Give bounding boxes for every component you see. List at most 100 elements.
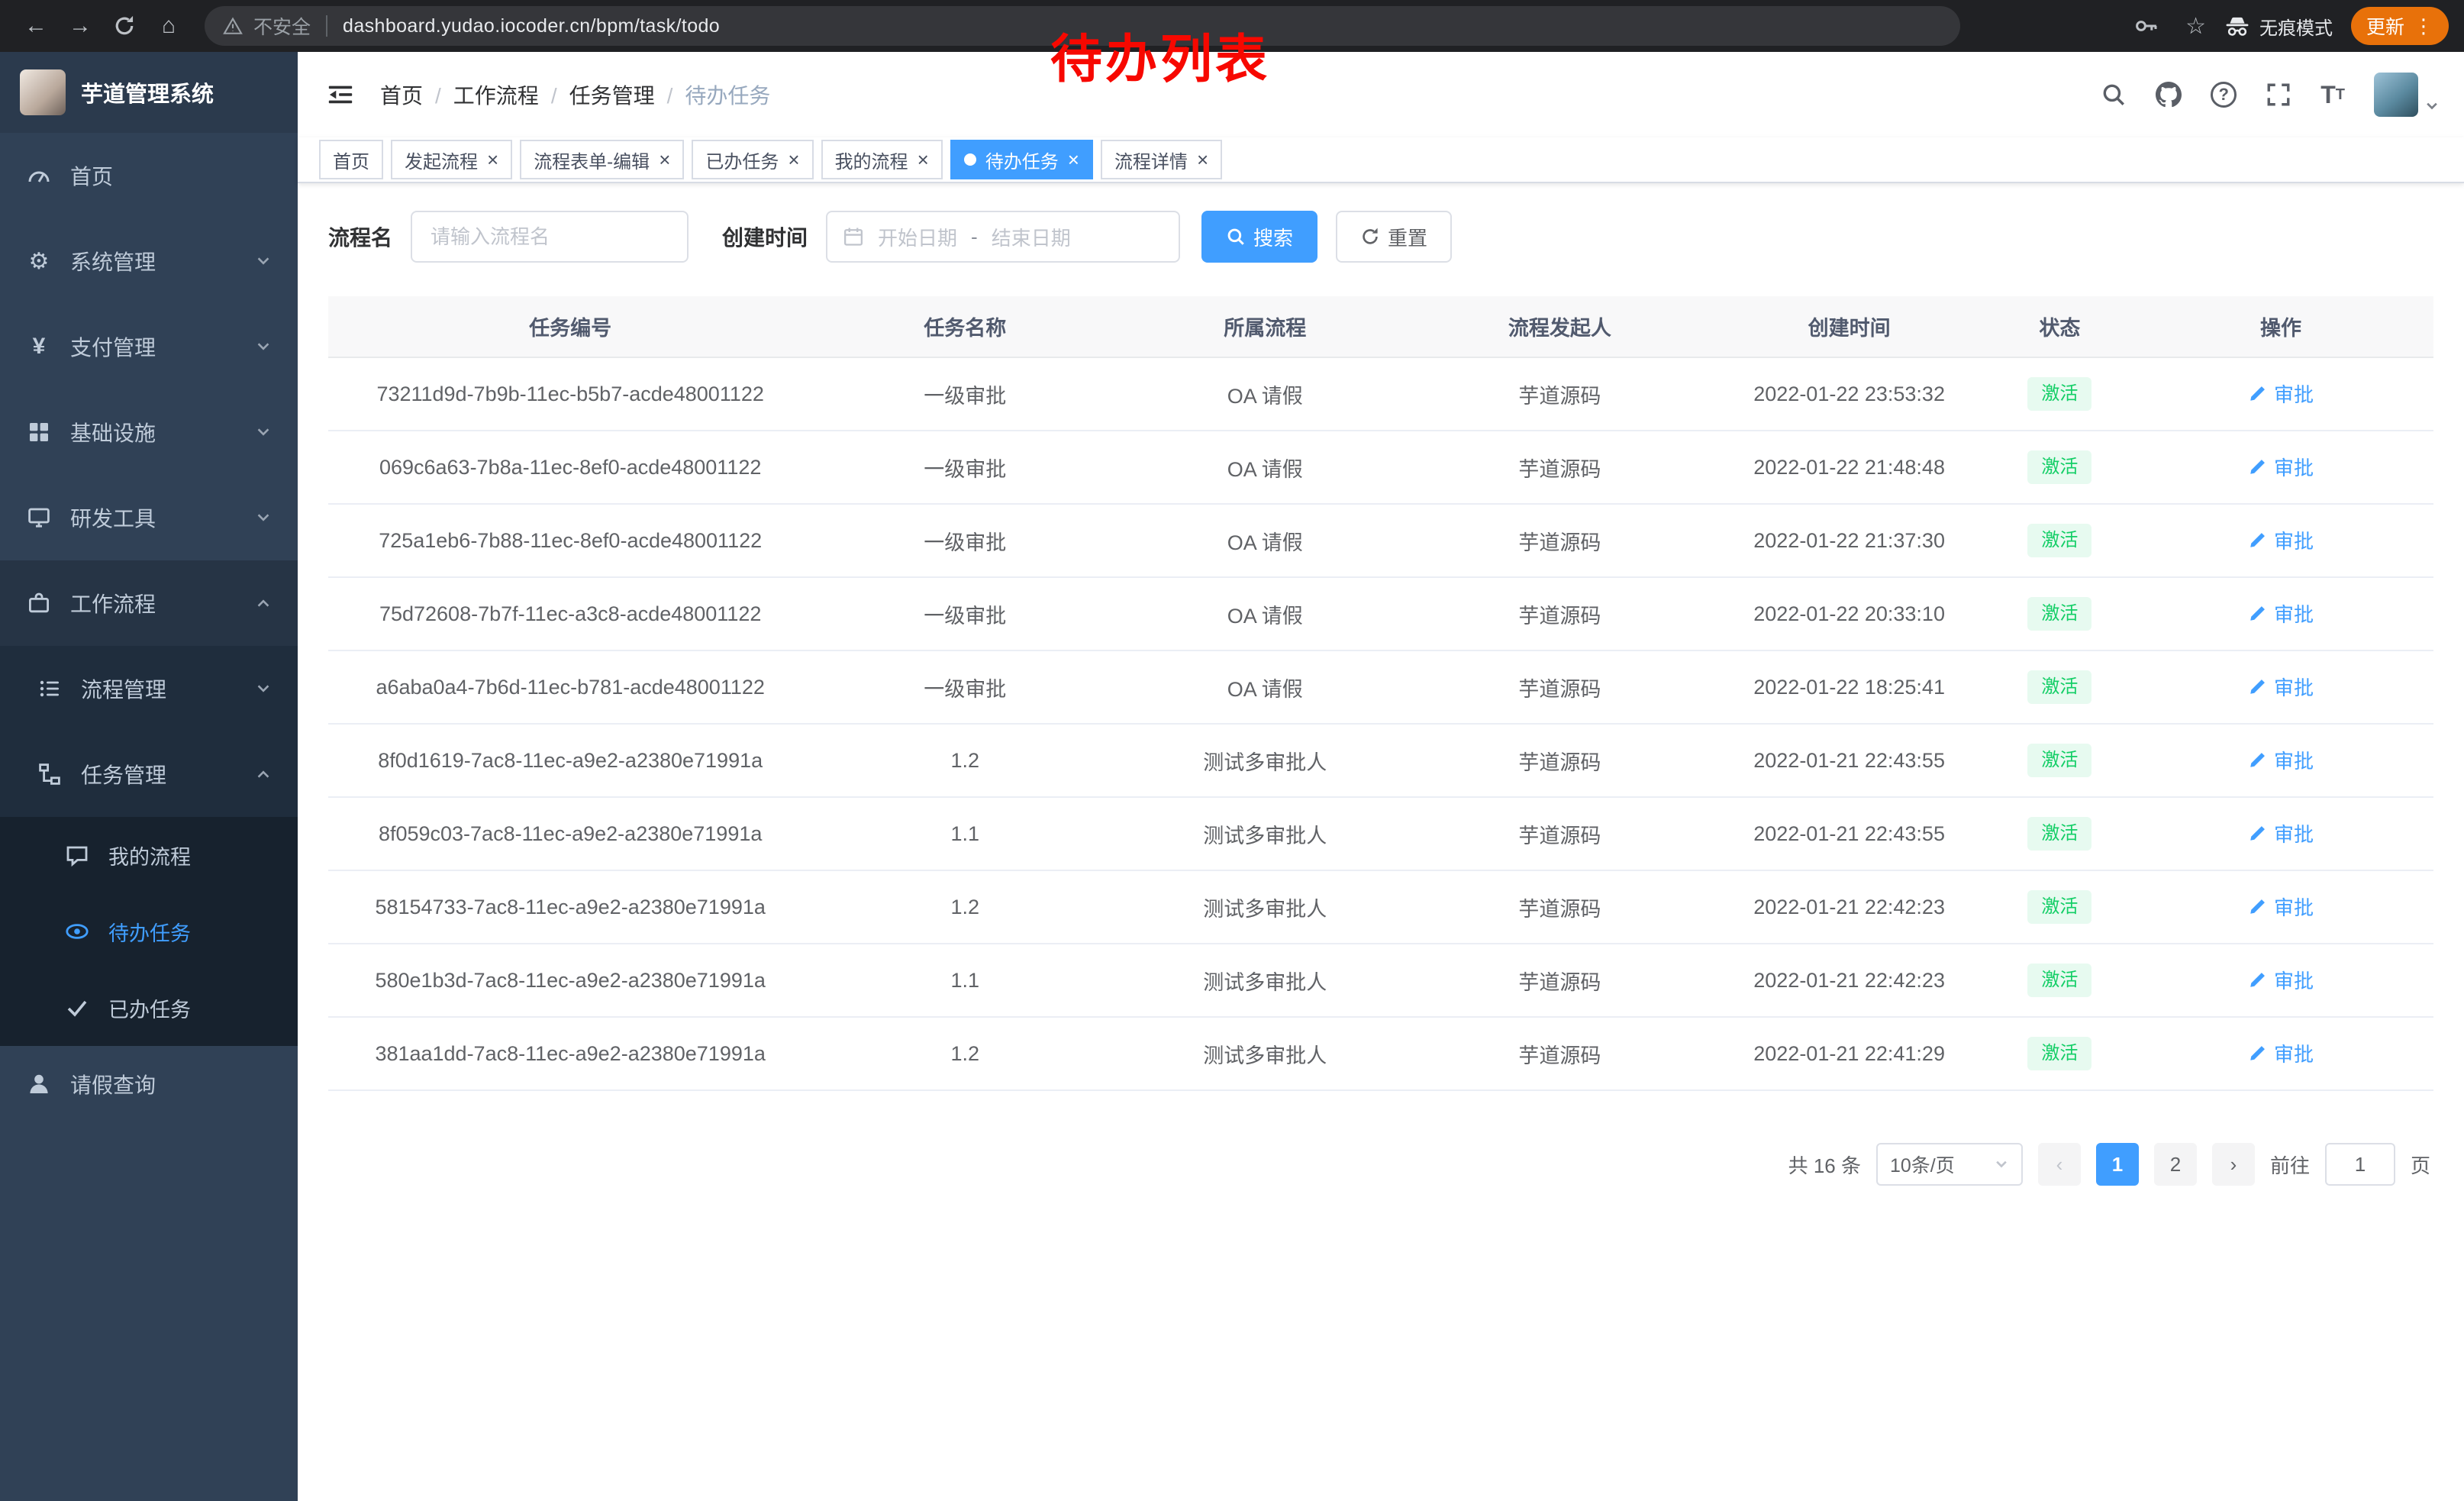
font-size-icon[interactable]: TT [2320, 81, 2345, 109]
sidebar-collapse-icon[interactable] [322, 76, 359, 113]
forward-icon[interactable]: → [60, 5, 101, 47]
sidebar-item-system[interactable]: ⚙ 系统管理 [0, 218, 298, 304]
approve-link[interactable]: 审批 [2248, 819, 2314, 847]
approve-link[interactable]: 审批 [2248, 966, 2314, 994]
sidebar-item-workflow[interactable]: 工作流程 [0, 560, 298, 646]
search-icon[interactable] [2101, 82, 2127, 108]
cell-task-name: 1.2 [812, 1017, 1118, 1090]
sidebar-item-payment[interactable]: ¥ 支付管理 [0, 304, 298, 389]
approve-link[interactable]: 审批 [2248, 1039, 2314, 1067]
active-tab-dot [964, 153, 976, 166]
approve-link[interactable]: 审批 [2248, 599, 2314, 628]
list-icon [37, 676, 63, 702]
security-label: 不安全 [253, 12, 311, 40]
cell-initiator: 芋道源码 [1412, 724, 1707, 797]
approve-link[interactable]: 审批 [2248, 746, 2314, 774]
chevron-up-icon [255, 595, 272, 612]
cell-task-name: 一级审批 [812, 357, 1118, 431]
key-icon[interactable] [2126, 5, 2167, 47]
close-icon[interactable]: × [1197, 150, 1208, 169]
cell-process: 测试多审批人 [1118, 944, 1412, 1017]
close-icon[interactable]: × [788, 150, 799, 169]
reset-button[interactable]: 重置 [1336, 211, 1452, 263]
tab-form-edit[interactable]: 流程表单-编辑× [520, 140, 684, 179]
reload-icon[interactable] [104, 5, 145, 47]
bookmark-star-icon[interactable]: ☆ [2185, 13, 2206, 40]
back-icon[interactable]: ← [15, 5, 56, 47]
approve-link[interactable]: 审批 [2248, 893, 2314, 921]
avatar[interactable] [2374, 73, 2418, 117]
breadcrumb-home[interactable]: 首页 [380, 79, 441, 110]
table-row: 73211d9d-7b9b-11ec-b5b7-acde48001122 一级审… [328, 357, 2433, 431]
topbar-actions: ? TT [2101, 73, 2440, 117]
close-icon[interactable]: × [659, 150, 670, 169]
incognito-label: 无痕模式 [2259, 13, 2333, 40]
cell-task-id: 8f0d1619-7ac8-11ec-a9e2-a2380e71991a [328, 724, 812, 797]
github-icon[interactable] [2156, 82, 2182, 108]
help-icon[interactable]: ? [2211, 82, 2237, 108]
sidebar: 芋道管理系统 首页 ⚙ 系统管理 ¥ 支付管理 基础设施 [0, 52, 298, 1501]
tab-my-process[interactable]: 我的流程× [821, 140, 943, 179]
tab-start-process[interactable]: 发起流程× [391, 140, 512, 179]
sidebar-item-process-mgmt[interactable]: 流程管理 [0, 646, 298, 731]
warning-icon [223, 16, 243, 36]
app: 芋道管理系统 首页 ⚙ 系统管理 ¥ 支付管理 基础设施 [0, 52, 2464, 1501]
breadcrumb-workflow[interactable]: 工作流程 [453, 79, 557, 110]
search-button[interactable]: 搜索 [1201, 211, 1317, 263]
sidebar-item-todo-task[interactable]: 待办任务 [0, 893, 298, 970]
sidebar-item-task-mgmt[interactable]: 任务管理 [0, 731, 298, 817]
table-row: 580e1b3d-7ac8-11ec-a9e2-a2380e71991a 1.1… [328, 944, 2433, 1017]
home-icon[interactable]: ⌂ [148, 5, 189, 47]
col-process: 所属流程 [1118, 296, 1412, 357]
cell-task-name: 一级审批 [812, 577, 1118, 650]
close-icon[interactable]: × [487, 150, 498, 169]
approve-link[interactable]: 审批 [2248, 379, 2314, 408]
browser-menu-icon[interactable]: ⋮ [2414, 15, 2433, 38]
sidebar-item-done-task[interactable]: 已办任务 [0, 970, 298, 1046]
cell-process: OA 请假 [1118, 504, 1412, 577]
approve-link[interactable]: 审批 [2248, 526, 2314, 554]
fullscreen-icon[interactable] [2266, 82, 2291, 108]
page-button-2[interactable]: 2 [2154, 1143, 2197, 1186]
prev-page-button[interactable]: ‹ [2038, 1143, 2081, 1186]
status-badge: 激活 [2027, 964, 2091, 996]
breadcrumb-task-mgmt[interactable]: 任务管理 [569, 79, 673, 110]
date-range-picker[interactable]: 开始日期 - 结束日期 [826, 211, 1180, 263]
cell-created: 2022-01-22 23:53:32 [1707, 357, 1991, 431]
goto-label: 前往 [2270, 1151, 2310, 1179]
goto-page-input[interactable] [2325, 1143, 2395, 1186]
page-size-select[interactable]: 10条/页 [1876, 1143, 2023, 1186]
user-menu[interactable] [2374, 73, 2440, 117]
edit-icon [2248, 457, 2268, 476]
tab-home[interactable]: 首页 [319, 140, 383, 179]
incognito-badge: 无痕模式 [2224, 13, 2333, 40]
caret-down-icon [2424, 98, 2440, 114]
next-page-button[interactable]: › [2212, 1143, 2255, 1186]
tab-process-detail[interactable]: 流程详情× [1101, 140, 1222, 179]
cell-task-id: 8f059c03-7ac8-11ec-a9e2-a2380e71991a [328, 797, 812, 870]
sidebar-item-my-process[interactable]: 我的流程 [0, 817, 298, 893]
table-row: a6aba0a4-7b6d-11ec-b781-acde48001122 一级审… [328, 650, 2433, 724]
sidebar-item-infra[interactable]: 基础设施 [0, 389, 298, 475]
sidebar-item-leave-query[interactable]: 请假查询 [0, 1046, 298, 1122]
process-name-input[interactable] [411, 211, 689, 263]
status-badge: 激活 [2027, 890, 2091, 923]
col-status: 状态 [1992, 296, 2128, 357]
approve-link[interactable]: 审批 [2248, 453, 2314, 481]
update-button[interactable]: 更新 ⋮ [2351, 7, 2449, 45]
sidebar-item-devtools[interactable]: 研发工具 [0, 475, 298, 560]
table-row: 381aa1dd-7ac8-11ec-a9e2-a2380e71991a 1.2… [328, 1017, 2433, 1090]
briefcase-icon [26, 590, 52, 616]
dashboard-icon [26, 163, 52, 189]
status-badge: 激活 [2027, 817, 2091, 850]
close-icon[interactable]: × [1068, 150, 1079, 169]
cell-initiator: 芋道源码 [1412, 504, 1707, 577]
approve-link[interactable]: 审批 [2248, 673, 2314, 701]
page-button-1[interactable]: 1 [2096, 1143, 2139, 1186]
tab-done-task[interactable]: 已办任务× [692, 140, 813, 179]
close-icon[interactable]: × [918, 150, 929, 169]
cell-task-id: 580e1b3d-7ac8-11ec-a9e2-a2380e71991a [328, 944, 812, 1017]
tab-todo-task[interactable]: 待办任务× [950, 140, 1093, 179]
col-task-id: 任务编号 [328, 296, 812, 357]
sidebar-item-home[interactable]: 首页 [0, 133, 298, 218]
